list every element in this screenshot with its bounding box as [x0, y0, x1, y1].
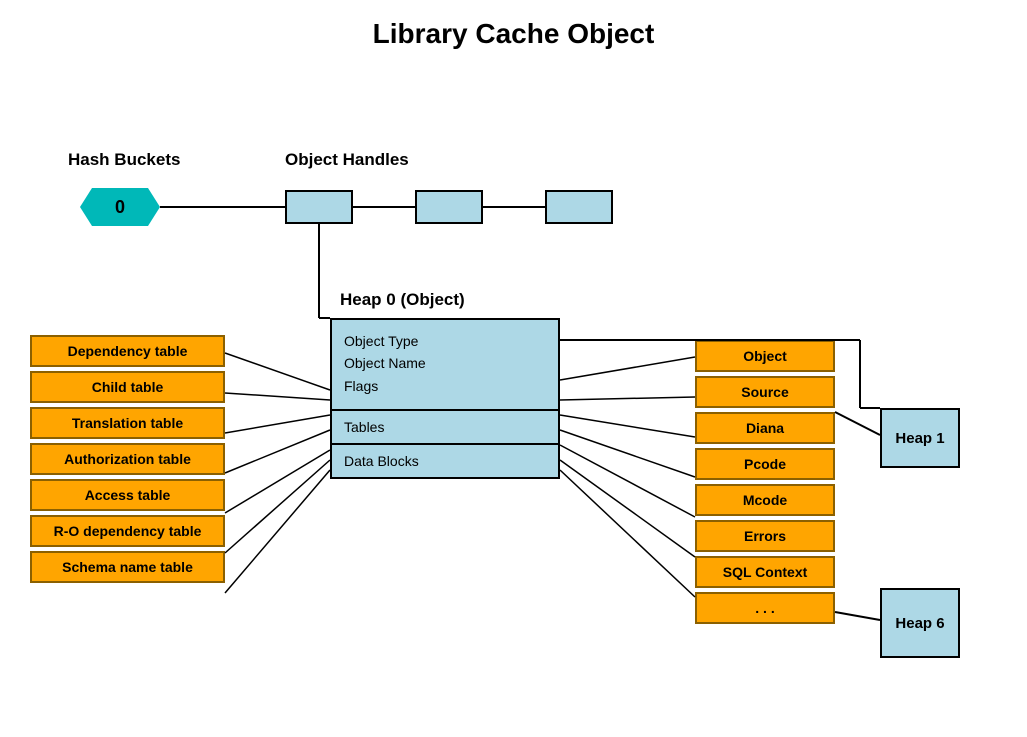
page-title: Library Cache Object: [0, 0, 1027, 50]
heap0-tables-section: Tables: [332, 411, 558, 445]
heap1-box: Heap 1: [880, 408, 960, 468]
right-item-sqlcontext: SQL Context: [695, 556, 835, 588]
table-item-access: Access table: [30, 479, 225, 511]
right-item-object: Object: [695, 340, 835, 372]
heap0-label: Heap 0 (Object): [340, 290, 465, 310]
hash-bucket-value: 0: [115, 197, 125, 218]
table-item-dependency: Dependency table: [30, 335, 225, 367]
hash-buckets-label: Hash Buckets: [68, 150, 180, 170]
heap0-field-2: Object Name: [344, 352, 546, 374]
hash-bucket-shape: 0: [80, 188, 160, 226]
handle-box-3: [545, 190, 613, 224]
left-table-list: Dependency table Child table Translation…: [30, 335, 225, 583]
heap6-label: Heap 6: [895, 615, 944, 632]
table-item-schema: Schema name table: [30, 551, 225, 583]
heap0-field-3: Flags: [344, 375, 546, 397]
right-item-source: Source: [695, 376, 835, 408]
right-item-diana: Diana: [695, 412, 835, 444]
heap0-top-section: Object Type Object Name Flags: [332, 320, 558, 411]
handle-box-1: [285, 190, 353, 224]
table-item-ro-dependency: R-O dependency table: [30, 515, 225, 547]
heap6-box: Heap 6: [880, 588, 960, 658]
right-item-errors: Errors: [695, 520, 835, 552]
right-items-list: Object Source Diana Pcode Mcode Errors S…: [695, 340, 835, 624]
table-item-authorization: Authorization table: [30, 443, 225, 475]
diagram-container: Library Cache Object Hash Buckets Object…: [0, 0, 1027, 737]
heap0-field-1: Object Type: [344, 330, 546, 352]
right-item-dots: . . .: [695, 592, 835, 624]
table-item-child: Child table: [30, 371, 225, 403]
right-item-pcode: Pcode: [695, 448, 835, 480]
heap0-box: Object Type Object Name Flags Tables Dat…: [330, 318, 560, 479]
heap0-datablocks-section: Data Blocks: [332, 445, 558, 477]
right-item-mcode: Mcode: [695, 484, 835, 516]
table-item-translation: Translation table: [30, 407, 225, 439]
object-handles-label: Object Handles: [285, 150, 409, 170]
handle-box-2: [415, 190, 483, 224]
heap1-label: Heap 1: [895, 430, 944, 447]
